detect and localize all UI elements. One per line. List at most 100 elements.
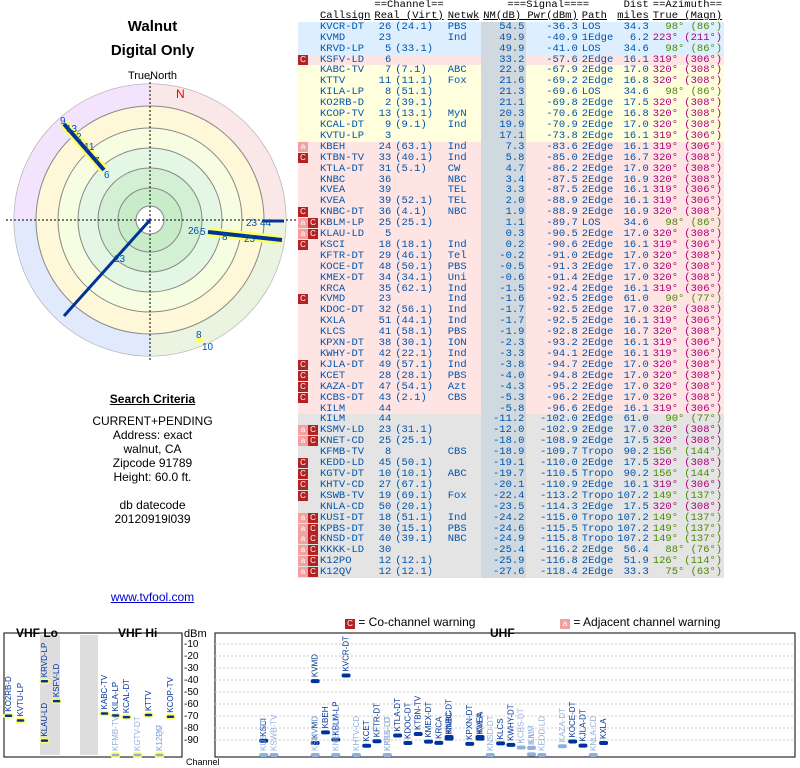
co-channel-badge: C — [308, 556, 318, 567]
cell-net: CBS — [447, 446, 467, 459]
spectrum-bar[interactable] — [362, 743, 372, 748]
spectrum-bar[interactable] — [310, 679, 320, 684]
spectrum-bar-label: KCBS-DT — [517, 708, 526, 743]
spectrum-bar-label: KAZA-DT — [558, 708, 567, 742]
spectrum-bar[interactable] — [259, 753, 269, 757]
spectrum-bar[interactable] — [393, 733, 403, 738]
spectrum-bar[interactable] — [485, 753, 495, 757]
spectrum-bar[interactable] — [15, 717, 26, 724]
spectrum-bar[interactable] — [568, 739, 578, 744]
warning-marker — [298, 447, 318, 458]
cell-az: 98° (86°) — [665, 42, 723, 55]
cell-cs: KRVD-LP — [320, 42, 365, 55]
spectrum-bar[interactable] — [516, 745, 526, 750]
table-row[interactable]: C KTBN-TV 33 (40.1) Ind 5.8 -85.0 2Edge 16.7 320°… — [298, 151, 725, 164]
spectrum-bar[interactable] — [39, 737, 50, 744]
cell-dist: 16.7 — [623, 151, 649, 164]
spectrum-bar[interactable] — [321, 730, 330, 735]
table-row[interactable]: C KAZA-DT 47 (54.1) Azt -4.3 -95.2 2Edge 17.0 320… — [298, 380, 725, 393]
svg-text:25: 25 — [244, 234, 256, 245]
spectrum-bar[interactable] — [403, 741, 413, 745]
spectrum-bar-label: KJLA-DT — [579, 709, 588, 742]
co-channel-badge: C — [298, 479, 308, 490]
cell-path: 2Edge — [581, 162, 614, 175]
cell-path: 2Edge — [581, 151, 614, 164]
polar-plot: N 9132 1176 26 5 8 2523 44 23810 — [6, 78, 296, 362]
spectrum-bar[interactable] — [578, 743, 588, 748]
y-tick-label: -70 — [184, 711, 199, 722]
cell-vc: (9.1) — [395, 118, 427, 131]
cell-rc: 43 — [378, 391, 392, 404]
warning-marker: a — [298, 141, 318, 153]
spectrum-bar[interactable] — [310, 753, 320, 757]
cell-net — [446, 545, 482, 556]
spectrum-bar[interactable] — [351, 753, 361, 757]
table-row[interactable]: KMEX-DT 34 (34.1) Uni -0.6 -91.4 2Edge 17.0 320°… — [298, 271, 725, 284]
spectrum-bar[interactable] — [434, 740, 444, 745]
co-channel-badge: C — [298, 392, 308, 403]
warning-marker: aC — [298, 436, 318, 447]
spectrum-bar[interactable] — [3, 713, 14, 719]
cell-path: 2Edge — [581, 380, 614, 393]
table-row[interactable]: KNLA-CD 50 (20.1) -23.5 -114.3 2Edge 17.5 320° … — [298, 501, 725, 513]
spectrum-bar[interactable] — [110, 752, 121, 758]
spectrum-bar[interactable] — [51, 698, 62, 704]
spectrum-bar[interactable] — [121, 714, 132, 720]
warning-marker: C — [298, 207, 318, 218]
y-tick-label: -50 — [184, 687, 199, 698]
table-row[interactable]: KRVD-LP 5 (33.1) 49.9 -41.0 LOS 34.6 98° (86°) — [298, 42, 725, 55]
spectrum-bar[interactable] — [557, 744, 567, 749]
table-row[interactable]: a C KUSI-DT 18 (51.1) Ind -24.2 -115.0 Tropo 107.… — [298, 511, 725, 524]
spectrum-bar[interactable] — [39, 678, 50, 684]
svg-text:6: 6 — [104, 170, 110, 181]
spectrum-bar[interactable] — [527, 752, 536, 757]
cell-net — [446, 414, 482, 425]
spectrum-bar-label: KTLA-DT — [393, 698, 402, 731]
co-channel-badge: C — [308, 229, 318, 240]
spectrum-bar[interactable] — [269, 753, 279, 757]
spectrum-bar[interactable] — [424, 739, 433, 744]
spectrum-bar[interactable] — [382, 753, 392, 757]
svg-text:23: 23 — [246, 218, 258, 229]
cell-net: Ind — [447, 118, 467, 131]
cell-nm: -0.6 — [481, 272, 527, 284]
spectrum-bar[interactable] — [372, 739, 382, 744]
y-tick-label: -20 — [184, 651, 199, 662]
co-channel-badge: C — [308, 436, 318, 447]
criteria-line: Zipcode 91789 — [112, 456, 193, 470]
spectrum-bar-label: KLCS — [496, 718, 505, 739]
spectrum-bar[interactable] — [413, 732, 423, 736]
spectrum-bar[interactable] — [331, 753, 341, 757]
table-row[interactable]: KTLA-DT 31 (5.1) CW 4.7 -86.2 2Edge 17.0 320° (3… — [298, 162, 725, 175]
search-criteria: Search Criteria CURRENT+PENDING Address:… — [0, 392, 305, 526]
spectrum-bar[interactable] — [444, 736, 454, 741]
vhf-hi-label: VHF Hi — [118, 626, 157, 640]
spectrum-bar[interactable] — [154, 752, 165, 758]
cell-net: CW — [447, 162, 461, 175]
spectrum-bar[interactable] — [506, 742, 516, 747]
table-row[interactable]: a C K12QV 12 (12.1) -27.6 -118.4 2Edge 33.3 75° (… — [298, 567, 725, 579]
spectrum-bar[interactable] — [341, 673, 351, 678]
spectrum-bar-label: KOCE-DT — [568, 701, 577, 737]
spectrum-bar[interactable] — [599, 741, 609, 745]
spectrum-bar[interactable] — [132, 752, 143, 758]
spectrum-bar[interactable] — [165, 713, 176, 720]
table-row[interactable]: KVMD 23 Ind 49.9 -40.9 1Edge 6.2 223° (211°) — [298, 31, 725, 44]
spectrum-bar[interactable] — [99, 710, 110, 717]
spectrum-bar[interactable] — [537, 753, 547, 757]
tvfool-link[interactable]: www.tvfool.com — [0, 590, 305, 604]
warning-marker — [298, 414, 318, 425]
cell-rc: 34 — [378, 271, 392, 284]
adjacent-badge: a — [298, 425, 308, 436]
table-row[interactable]: C KCBS-DT 43 (2.1) CBS -5.3 -96.2 2Edge 17.0 320°… — [298, 391, 725, 404]
spectrum-bar[interactable] — [475, 736, 485, 741]
spectrum-bar[interactable] — [496, 741, 506, 746]
warning-marker: C — [298, 392, 318, 404]
cell-dist: 17.0 — [623, 162, 649, 175]
spectrum-bar[interactable] — [588, 753, 598, 757]
spectrum-bar[interactable] — [465, 741, 475, 746]
cell-net: Ind — [447, 31, 467, 44]
spectrum-bar[interactable] — [143, 712, 154, 718]
cell-net: Ind — [447, 511, 467, 524]
spectrum-bar-label: KUSI-DT — [259, 719, 268, 751]
